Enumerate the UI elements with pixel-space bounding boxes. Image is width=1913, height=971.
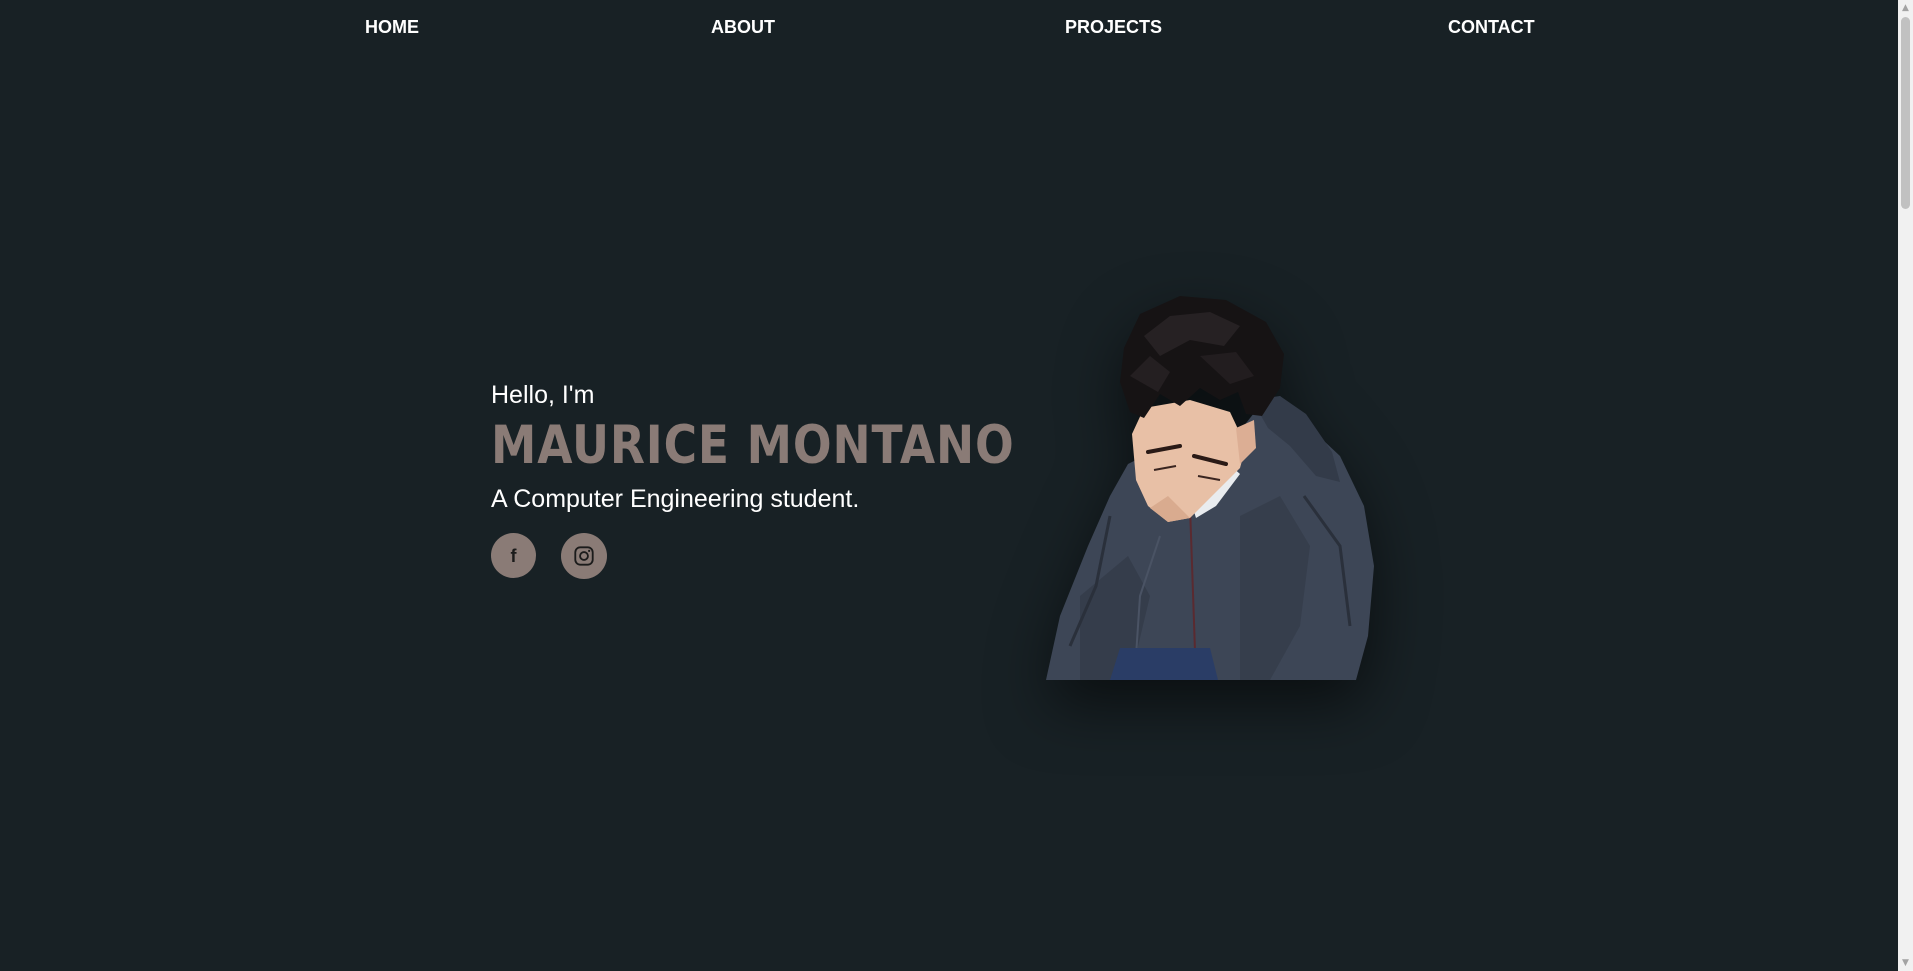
hero-name: MAURICE MONTANO	[491, 415, 1015, 476]
instagram-button[interactable]	[561, 533, 607, 579]
scrollbar-thumb[interactable]	[1901, 17, 1910, 209]
facebook-icon: f	[510, 545, 517, 566]
portrait-avatar-image	[1046, 296, 1374, 680]
viewport: HOME ABOUT PROJECTS CONTACT Hello, I'm M…	[0, 0, 1898, 971]
instagram-icon	[574, 546, 594, 566]
scroll-up-arrow-icon[interactable]: ▲	[1898, 0, 1913, 16]
scroll-down-arrow-icon[interactable]: ▼	[1898, 955, 1913, 971]
nav-link-home[interactable]: HOME	[365, 17, 419, 38]
main-nav: HOME ABOUT PROJECTS CONTACT	[0, 0, 1898, 56]
nav-link-about[interactable]: ABOUT	[711, 17, 775, 38]
page: HOME ABOUT PROJECTS CONTACT Hello, I'm M…	[0, 0, 1913, 971]
hero-tagline: A Computer Engineering student.	[491, 485, 860, 513]
nav-link-contact[interactable]: CONTACT	[1448, 17, 1535, 38]
page-scrollbar[interactable]: ▲ ▼	[1898, 0, 1913, 971]
hero-greeting: Hello, I'm	[491, 381, 595, 409]
hero-intro: Hello, I'm MAURICE MONTANO A Computer En…	[491, 378, 1051, 516]
facebook-button[interactable]: f	[491, 533, 536, 578]
portrait-illustration	[1040, 296, 1380, 680]
nav-link-projects[interactable]: PROJECTS	[1065, 17, 1162, 38]
